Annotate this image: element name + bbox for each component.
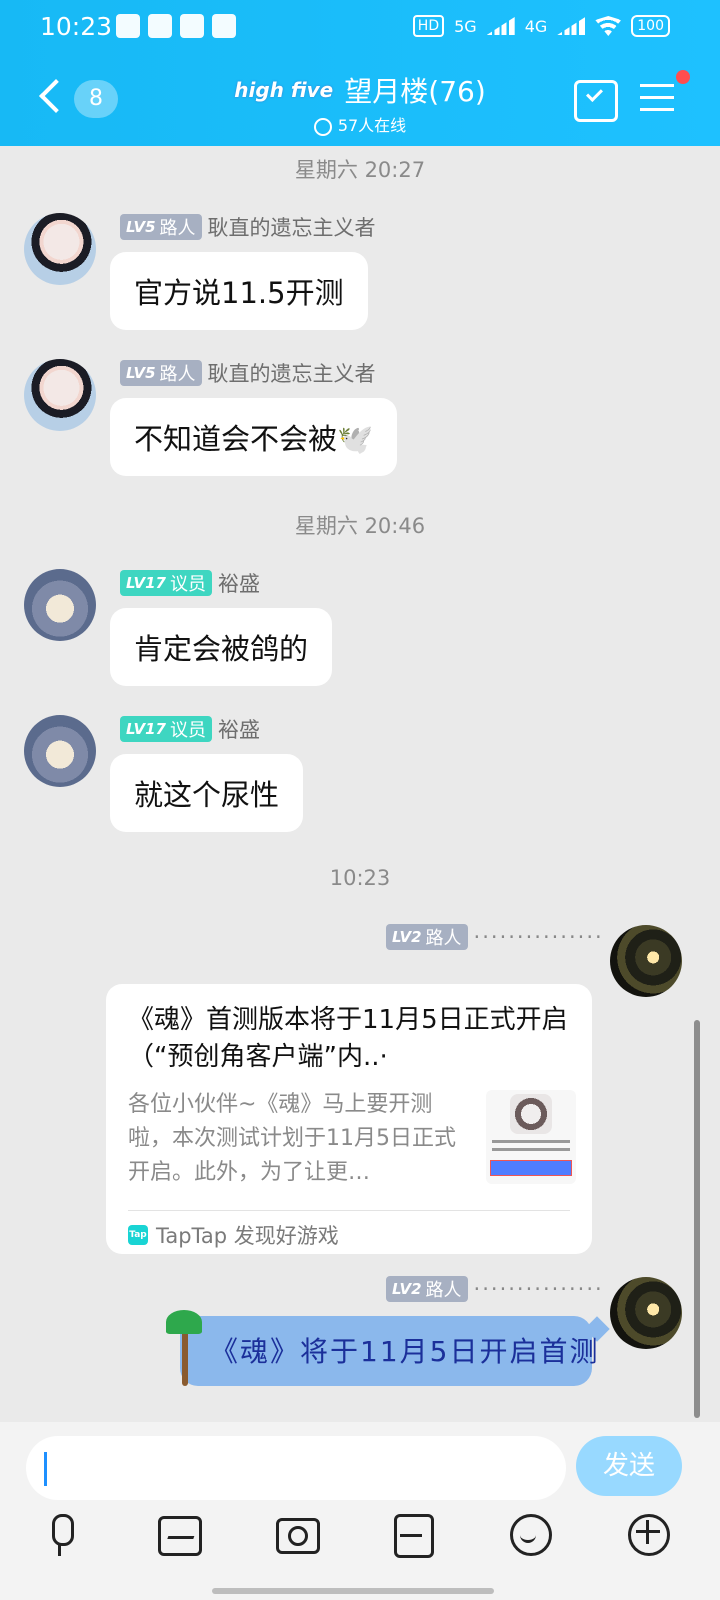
online-check-icon [313,117,332,136]
red-packet-icon[interactable] [386,1508,438,1560]
thumbnail-button [490,1160,572,1176]
top-bar: 10:23 HD 5G 4G 100 8 high five 望月楼(76) 5… [0,0,720,146]
scrollbar[interactable] [694,1020,700,1418]
alipay-icon [180,14,204,38]
message-bubble[interactable]: 就这个尿性 [110,754,304,832]
timestamp: 星期六 20:46 [294,514,426,538]
shared-link-card[interactable]: 《魂》首测版本将于11月5日正式开启（“预创角客户端”内..· 各位小伙伴~《魂… [106,984,592,1254]
group-logo: high five [234,78,334,102]
avatar[interactable] [24,359,96,431]
send-button[interactable]: 发送 [576,1436,682,1496]
sender-line: LV17 议员 裕盛 [120,568,260,598]
sender-name: 裕盛 [217,572,260,596]
plus-icon[interactable] [622,1508,674,1560]
game-icon [510,1094,552,1134]
card-description: 各位小伙伴~《魂》马上要开测啦，本次测试计划于11月5日正式开启。此外，为了让更… [128,1092,456,1185]
message-input[interactable] [26,1436,566,1500]
sender-line: LV5 路人 耿直的遗忘主义者 [120,212,376,242]
card-thumbnail [486,1090,576,1184]
themed-message-bubble[interactable]: 《魂》将于11月5日开启首测 [180,1316,597,1386]
back-icon[interactable] [36,78,70,118]
status-icons [116,14,236,38]
level-badge: LV2 路人 [386,1276,468,1302]
timestamp: 星期六 20:27 [294,158,426,182]
sender-name: 耿直的遗忘主义者 [207,216,376,240]
card-title: 《魂》首测版本将于11月5日正式开启（“预创角客户端”内..· [128,1005,568,1072]
input-toolbar [0,1508,720,1568]
sender-line: LV17 议员 裕盛 [120,714,260,744]
emoji-icon[interactable] [504,1508,556,1560]
message-bubble[interactable]: 不知道会不会被🕊️ [110,398,398,476]
online-status: 57人在线 [200,112,520,136]
message-bubble[interactable]: 官方说11.5开测 [110,252,368,330]
avatar[interactable] [24,715,96,787]
my-sender-line: LV2 路人 ··············· [386,924,604,950]
input-bar: 发送 [0,1422,720,1600]
themed-message-text: 《魂》将于11月5日开启首测 [210,1335,600,1368]
taptap-icon: Tap [128,1225,148,1245]
my-avatar[interactable] [610,1277,682,1349]
clipboard-icon [148,14,172,38]
my-name-dots: ··············· [473,925,604,949]
card-source-label: TapTap 发现好游戏 [156,1224,339,1248]
divider [128,1210,570,1211]
signal-icon-2 [557,17,585,35]
level-badge: LV5 路人 [120,214,202,240]
message-bubble[interactable]: 肯定会被鸽的 [110,608,333,686]
status-right: HD 5G 4G 100 [412,15,670,37]
microphone-icon[interactable] [34,1508,86,1560]
menu-icon[interactable] [640,84,674,112]
timestamp: 10:23 [329,866,391,890]
level-badge: LV17 议员 [120,570,212,596]
palm-tree-icon [164,1310,204,1392]
wallet-icon [212,14,236,38]
level-badge: LV2 路人 [386,924,468,950]
chat-area[interactable]: 星期六 20:27 LV5 路人 耿直的遗忘主义者 官方说11.5开测 LV5 路人… [0,146,720,1422]
my-sender-line: LV2 路人 ··············· [386,1276,604,1302]
avatar[interactable] [24,569,96,641]
sender-line: LV5 路人 耿直的遗忘主义者 [120,358,376,388]
camera-icon[interactable] [270,1508,322,1560]
my-name-dots: ··············· [473,1277,604,1301]
avatar[interactable] [24,213,96,285]
group-title: 望月楼(76) [344,75,486,108]
level-badge: LV17 议员 [120,716,212,742]
card-source: Tap TapTap 发现好游戏 [128,1220,339,1250]
wifi-icon [595,16,622,36]
battery-indicator: 100 [631,15,670,37]
chat-title-area[interactable]: high five 望月楼(76) 57人在线 [200,70,520,136]
network-5g-label: 5G [454,16,477,36]
my-avatar[interactable] [610,925,682,997]
status-time: 10:23 [40,12,113,41]
level-badge: LV5 路人 [120,360,202,386]
network-4g-label: 4G [524,16,548,36]
status-bar: 10:23 HD 5G 4G 100 [0,0,720,58]
signal-icon [487,17,515,35]
notification-dot [676,70,690,84]
calendar-check-icon[interactable] [574,80,618,122]
text-caret [44,1452,47,1486]
sender-name: 裕盛 [217,718,260,742]
home-indicator[interactable] [212,1588,494,1594]
photo-icon[interactable] [152,1508,204,1560]
online-count: 57人在线 [337,116,407,135]
gear-icon [116,14,140,38]
unread-count-badge[interactable]: 8 [74,80,118,118]
hd-icon: HD [412,15,445,37]
sender-name: 耿直的遗忘主义者 [207,362,376,386]
